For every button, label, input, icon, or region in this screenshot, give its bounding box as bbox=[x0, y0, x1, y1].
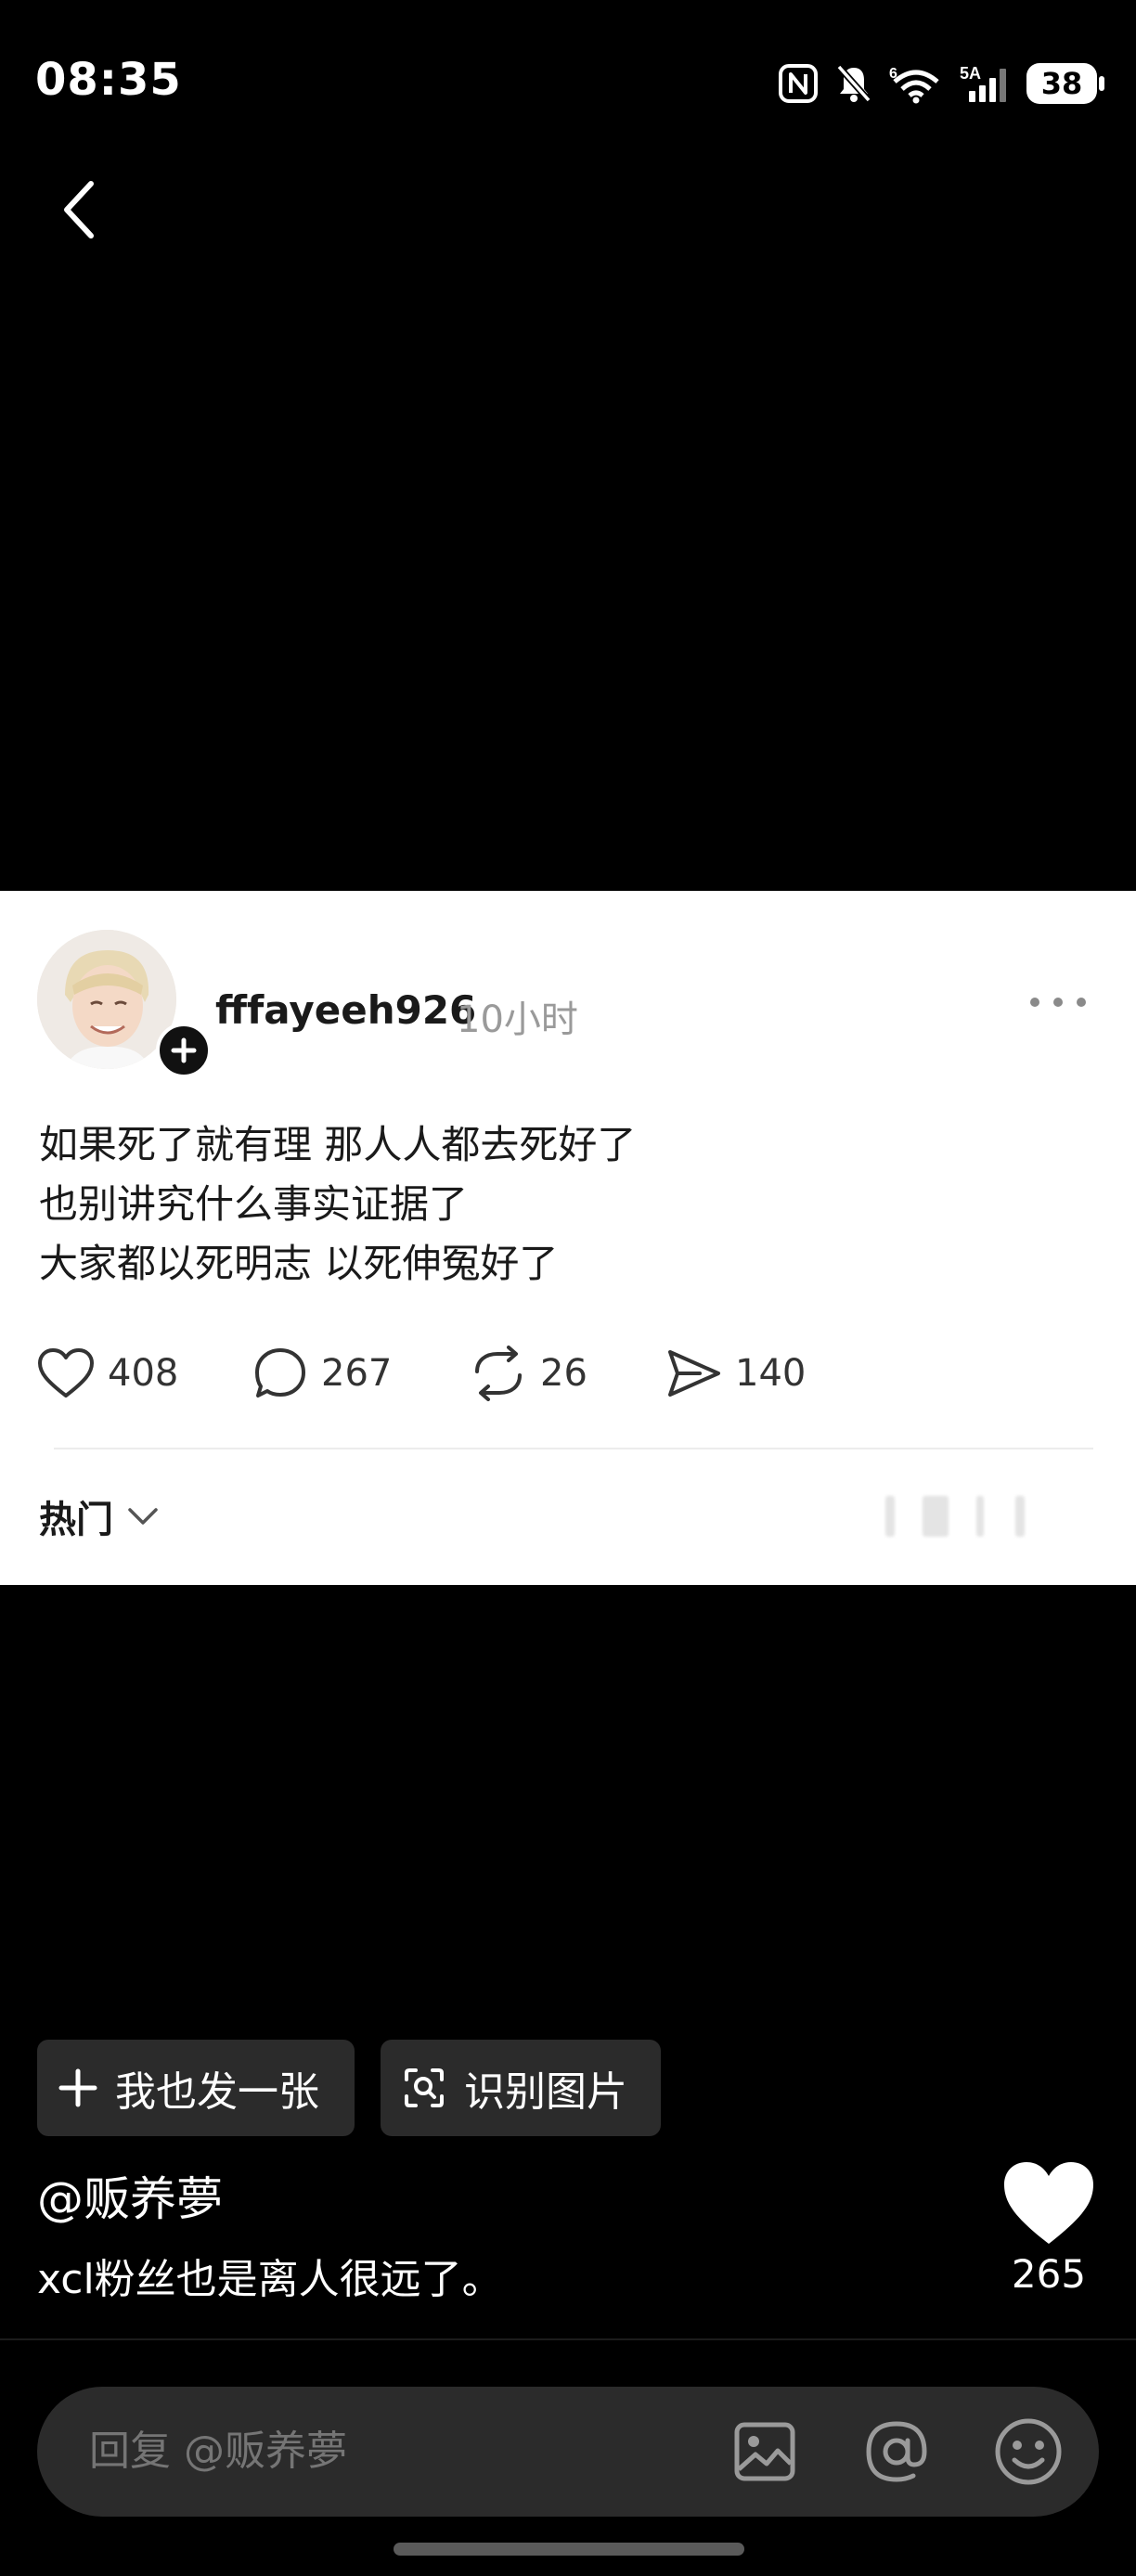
back-arrow-icon bbox=[64, 181, 94, 238]
post-screenshot[interactable]: fffayeeh926 10小时 如果死了就有理 那人人都去死好了 也别讲究什么… bbox=[0, 891, 1136, 1585]
signal-label: 5A bbox=[960, 64, 981, 83]
plus-icon bbox=[171, 1037, 197, 1063]
share-count: 140 bbox=[735, 1352, 807, 1395]
comment-icon bbox=[255, 1348, 305, 1397]
sort-dropdown[interactable]: 热门 bbox=[39, 1488, 160, 1544]
heart-icon bbox=[1004, 2162, 1093, 2244]
more-options-button[interactable] bbox=[1030, 993, 1086, 1011]
comment-count: 267 bbox=[321, 1352, 393, 1395]
share-action[interactable]: 140 bbox=[665, 1336, 806, 1410]
signal-icon: 5A bbox=[960, 64, 1006, 102]
divider bbox=[54, 1448, 1093, 1449]
status-bar: 08:35 6 5A 38 bbox=[0, 0, 1136, 167]
reply-bar bbox=[37, 2387, 1099, 2517]
post-same-button[interactable]: 我也发一张 bbox=[37, 2040, 355, 2136]
post-text: 如果死了就有理 那人人都去死好了 也别讲究什么事实证据了 大家都以死明志 以死伸… bbox=[39, 1115, 636, 1294]
divider bbox=[0, 2338, 1136, 2340]
blurred-avatars bbox=[885, 1496, 1034, 1537]
chevron-down-icon bbox=[128, 1508, 158, 1525]
post-actions: 408 267 26 140 bbox=[37, 1336, 1058, 1410]
recognize-image-button[interactable]: 识别图片 bbox=[381, 2040, 661, 2136]
sort-label: 热门 bbox=[39, 1499, 113, 1541]
repost-action[interactable]: 26 bbox=[470, 1336, 587, 1410]
post-line: 如果死了就有理 那人人都去死好了 bbox=[39, 1122, 637, 1167]
mention-button[interactable] bbox=[861, 2416, 932, 2487]
post-username[interactable]: fffayeeh926 bbox=[215, 987, 476, 1033]
repost-icon bbox=[475, 1346, 522, 1401]
comment-like-button[interactable] bbox=[1000, 2158, 1097, 2248]
battery-level: 38 bbox=[1040, 66, 1083, 101]
follow-button[interactable] bbox=[156, 1023, 212, 1078]
back-button[interactable] bbox=[52, 176, 104, 243]
comment-action[interactable]: 267 bbox=[252, 1336, 392, 1410]
avatar-wrap bbox=[37, 930, 212, 1078]
scan-icon bbox=[405, 2068, 444, 2107]
wifi-icon: 6 bbox=[889, 66, 939, 104]
post-line: 大家都以死明志 以死伸冤好了 bbox=[39, 1241, 559, 1286]
like-action[interactable]: 408 bbox=[37, 1336, 178, 1410]
status-icons: 6 5A 38 bbox=[778, 58, 1104, 109]
post-line: 也别讲究什么事实证据了 bbox=[39, 1181, 469, 1227]
plus-icon bbox=[58, 2068, 97, 2107]
post-time: 10小时 bbox=[457, 998, 578, 1041]
reply-input[interactable] bbox=[89, 2387, 702, 2517]
nfc-icon bbox=[779, 64, 818, 103]
emoji-button[interactable] bbox=[993, 2416, 1064, 2487]
post-same-label: 我也发一张 bbox=[115, 2068, 319, 2116]
like-count: 408 bbox=[108, 1352, 179, 1395]
mute-bell-icon bbox=[836, 64, 871, 103]
image-icon bbox=[734, 2422, 795, 2481]
heart-icon bbox=[38, 1348, 94, 1397]
at-icon bbox=[866, 2421, 927, 2482]
comment-text: xcl粉丝也是离人很远了。 bbox=[37, 2256, 503, 2303]
emoji-icon bbox=[995, 2418, 1062, 2485]
status-time: 08:35 bbox=[35, 54, 182, 106]
comment-author[interactable]: @贩养夢 bbox=[37, 2162, 223, 2229]
recognize-image-label: 识别图片 bbox=[464, 2068, 627, 2116]
home-indicator[interactable] bbox=[394, 2543, 744, 2556]
share-icon bbox=[668, 1350, 720, 1397]
comment-like-count: 265 bbox=[1011, 2251, 1087, 2297]
repost-count: 26 bbox=[540, 1352, 587, 1395]
image-button[interactable] bbox=[729, 2416, 800, 2487]
battery-icon: 38 bbox=[1026, 63, 1104, 104]
